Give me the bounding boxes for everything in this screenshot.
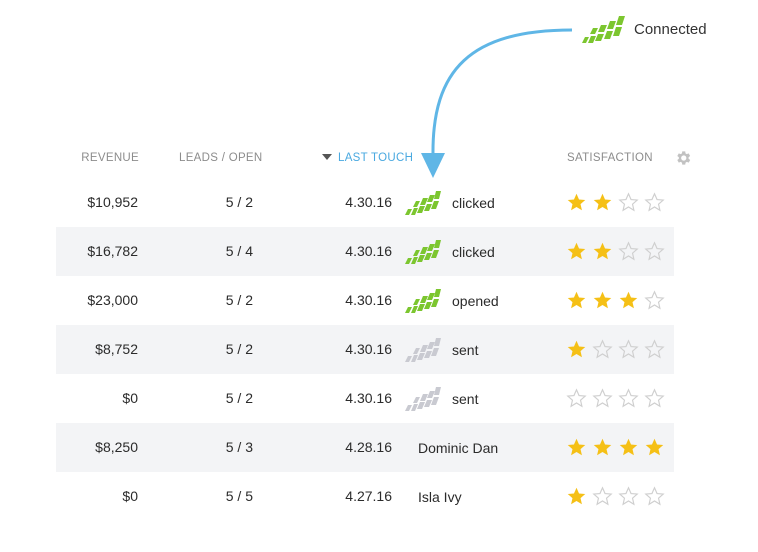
star-empty-icon[interactable] [618, 241, 639, 262]
star-empty-icon[interactable] [644, 388, 665, 409]
status-logo-icon [405, 289, 441, 313]
table-row[interactable]: $16,782 5 / 4 4.30.16 clicked [56, 227, 674, 276]
last-touch-activity: clicked [404, 188, 495, 218]
star-empty-icon[interactable] [592, 339, 613, 360]
star-empty-icon[interactable] [644, 339, 665, 360]
star-empty-icon[interactable] [644, 192, 665, 213]
last-touch-activity: clicked [404, 237, 495, 267]
star-filled-icon[interactable] [592, 241, 613, 262]
star-filled-icon[interactable] [566, 241, 587, 262]
table-row[interactable]: $0 5 / 2 4.30.16 sent [56, 374, 674, 423]
sort-desc-icon [322, 154, 332, 160]
leads-open-cell: 5 / 4 [225, 243, 253, 259]
leads-table: REVENUE LEADS / OPEN LAST TOUCH SATISFAC… [56, 140, 691, 521]
satisfaction-rating[interactable] [566, 241, 670, 262]
leads-open-cell: 5 / 3 [225, 439, 253, 455]
status-logo-icon [405, 338, 441, 362]
satisfaction-rating[interactable] [566, 486, 670, 507]
table-header: REVENUE LEADS / OPEN LAST TOUCH SATISFAC… [56, 140, 691, 178]
revenue-cell: $10,952 [87, 194, 138, 210]
star-filled-icon[interactable] [566, 486, 587, 507]
last-touch-date: 4.30.16 [345, 341, 392, 357]
status-logo-icon [405, 191, 441, 215]
connection-status: Connected [580, 14, 707, 44]
table-row[interactable]: $23,000 5 / 2 4.30.16 opened [56, 276, 674, 325]
last-touch-date: 4.28.16 [345, 439, 392, 455]
star-empty-icon[interactable] [592, 388, 613, 409]
star-filled-icon[interactable] [566, 339, 587, 360]
activity-label: sent [452, 342, 479, 358]
activity-label: opened [452, 293, 499, 309]
revenue-cell: $8,250 [95, 439, 138, 455]
activity-label: clicked [452, 195, 495, 211]
star-empty-icon[interactable] [644, 241, 665, 262]
connected-label: Connected [634, 20, 707, 38]
leads-open-cell: 5 / 2 [225, 390, 253, 406]
star-empty-icon[interactable] [566, 388, 587, 409]
star-filled-icon[interactable] [592, 290, 613, 311]
status-logo-icon [405, 387, 441, 411]
leads-open-cell: 5 / 2 [225, 194, 253, 210]
star-empty-icon[interactable] [644, 486, 665, 507]
star-empty-icon[interactable] [644, 290, 665, 311]
activity-label: Dominic Dan [418, 440, 499, 456]
star-filled-icon[interactable] [566, 192, 587, 213]
star-filled-icon[interactable] [566, 437, 587, 458]
last-touch-date: 4.30.16 [345, 243, 392, 259]
satisfaction-rating[interactable] [566, 192, 670, 213]
revenue-cell: $8,752 [95, 341, 138, 357]
satisfaction-rating[interactable] [566, 339, 670, 360]
last-touch-date: 4.30.16 [345, 194, 392, 210]
last-touch-activity: sent [404, 384, 478, 414]
activity-label: sent [452, 391, 479, 407]
column-header-leads-open[interactable]: LEADS / OPEN [179, 152, 263, 164]
last-touch-activity: opened [404, 286, 499, 316]
table-body: $10,952 5 / 2 4.30.16 clicked $16,782 5 / 4 4.… [56, 178, 674, 521]
satisfaction-rating[interactable] [566, 290, 670, 311]
star-filled-icon[interactable] [592, 437, 613, 458]
last-touch-label: LAST TOUCH [338, 152, 414, 164]
leads-open-cell: 5 / 5 [225, 488, 253, 504]
star-filled-icon[interactable] [644, 437, 665, 458]
last-touch-date: 4.30.16 [345, 390, 392, 406]
column-header-revenue[interactable]: REVENUE [81, 152, 139, 164]
last-touch-activity: sent [404, 335, 478, 365]
last-touch-date: 4.30.16 [345, 292, 392, 308]
star-empty-icon[interactable] [618, 192, 639, 213]
gear-icon[interactable] [674, 149, 692, 167]
star-empty-icon[interactable] [618, 339, 639, 360]
revenue-cell: $0 [122, 488, 138, 504]
column-header-last-touch[interactable]: LAST TOUCH [322, 152, 413, 164]
table-row[interactable]: $8,752 5 / 2 4.30.16 sent [56, 325, 674, 374]
last-touch-activity: Isla Ivy [404, 482, 462, 512]
revenue-cell: $23,000 [87, 292, 138, 308]
star-empty-icon[interactable] [618, 388, 639, 409]
table-row[interactable]: $0 5 / 5 4.27.16 Isla Ivy [56, 472, 674, 521]
activity-label: clicked [452, 244, 495, 260]
star-filled-icon[interactable] [618, 437, 639, 458]
last-touch-date: 4.27.16 [345, 488, 392, 504]
last-touch-activity: Dominic Dan [404, 433, 498, 463]
revenue-cell: $0 [122, 390, 138, 406]
star-empty-icon[interactable] [592, 486, 613, 507]
column-header-satisfaction[interactable]: SATISFACTION [567, 152, 653, 164]
star-filled-icon[interactable] [592, 192, 613, 213]
connected-logo-icon [582, 16, 625, 43]
revenue-cell: $16,782 [87, 243, 138, 259]
satisfaction-rating[interactable] [566, 437, 670, 458]
table-row[interactable]: $8,250 5 / 3 4.28.16 Dominic Dan [56, 423, 674, 472]
status-logo-icon [405, 240, 441, 264]
table-row[interactable]: $10,952 5 / 2 4.30.16 clicked [56, 178, 674, 227]
star-filled-icon[interactable] [618, 290, 639, 311]
leads-open-cell: 5 / 2 [225, 292, 253, 308]
leads-open-cell: 5 / 2 [225, 341, 253, 357]
activity-label: Isla Ivy [418, 489, 462, 505]
star-empty-icon[interactable] [618, 486, 639, 507]
star-filled-icon[interactable] [566, 290, 587, 311]
satisfaction-rating[interactable] [566, 388, 670, 409]
